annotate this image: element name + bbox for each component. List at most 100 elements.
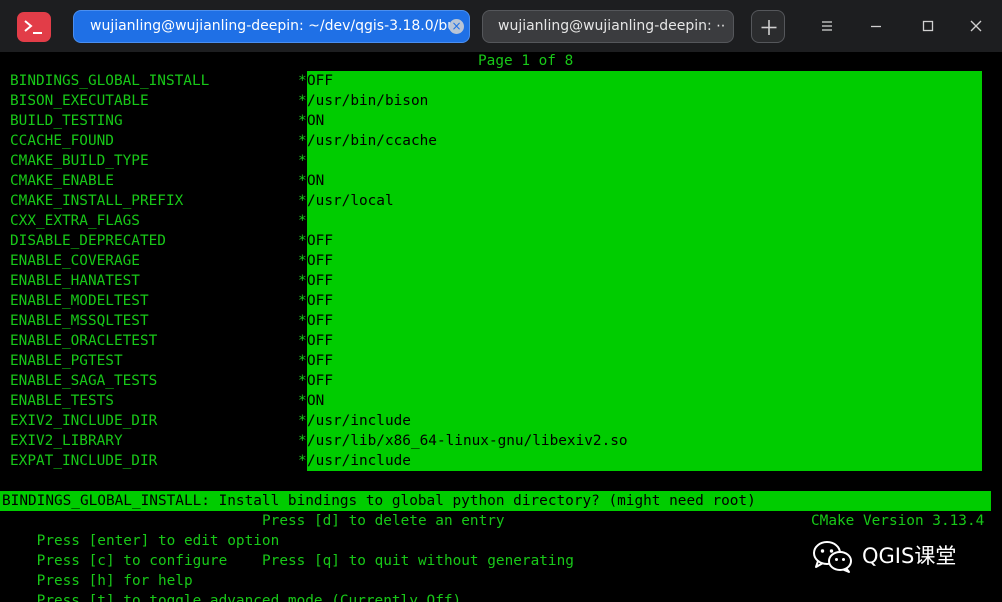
- page-indicator: Page 1 of 8: [478, 53, 574, 69]
- option-row[interactable]: DISABLE_DEPRECATED * OFF: [0, 231, 1002, 251]
- option-marker: *: [298, 233, 307, 249]
- option-row[interactable]: CMAKE_INSTALL_PREFIX * /usr/local: [0, 191, 1002, 211]
- option-value[interactable]: OFF: [307, 351, 333, 371]
- option-row[interactable]: BINDINGS_GLOBAL_INSTALL * OFF: [0, 71, 1002, 91]
- maximize-button[interactable]: [916, 14, 940, 38]
- option-name: CXX_EXTRA_FLAGS: [10, 213, 140, 229]
- option-row[interactable]: CXX_EXTRA_FLAGS *: [0, 211, 1002, 231]
- option-marker: *: [298, 353, 307, 369]
- option-marker: *: [298, 173, 307, 189]
- option-name: ENABLE_PGTEST: [10, 353, 123, 369]
- option-row[interactable]: CMAKE_ENABLE * ON: [0, 171, 1002, 191]
- option-marker: *: [298, 373, 307, 389]
- option-value[interactable]: /usr/bin/ccache: [307, 131, 437, 151]
- option-value[interactable]: OFF: [307, 371, 333, 391]
- option-value[interactable]: /usr/include: [307, 411, 411, 431]
- option-row[interactable]: ENABLE_TESTS * ON: [0, 391, 1002, 411]
- menu-button[interactable]: [815, 14, 839, 38]
- footer-line: Press [t] to toggle advanced mode (Curre…: [2, 571, 462, 602]
- close-icon: [970, 20, 982, 32]
- option-name: BUILD_TESTING: [10, 113, 123, 129]
- option-value[interactable]: OFF: [307, 271, 333, 291]
- option-name: ENABLE_TESTS: [10, 393, 114, 409]
- option-value[interactable]: /usr/include: [307, 451, 411, 471]
- tab-active[interactable]: wujianling@wujianling-deepin: ~/dev/qgis…: [73, 10, 470, 43]
- cache-options-list: BINDINGS_GLOBAL_INSTALL * OFF BISON_EXEC…: [0, 71, 1002, 471]
- option-marker: *: [298, 313, 307, 329]
- title-bar: wujianling@wujianling-deepin: ~/dev/qgis…: [0, 0, 1002, 52]
- option-name: CCACHE_FOUND: [10, 133, 114, 149]
- option-marker: *: [298, 133, 307, 149]
- option-row[interactable]: ENABLE_PGTEST * OFF: [0, 351, 1002, 371]
- option-marker: *: [298, 293, 307, 309]
- option-value[interactable]: ON: [307, 391, 324, 411]
- tab-label: wujianling@wujianling-deepin: ⋯: [498, 18, 726, 34]
- option-value[interactable]: /usr/bin/bison: [307, 91, 428, 111]
- option-name: CMAKE_BUILD_TYPE: [10, 153, 149, 169]
- option-marker: *: [298, 193, 307, 209]
- close-window-button[interactable]: [964, 14, 988, 38]
- option-help-bar: BINDINGS_GLOBAL_INSTALL: Install binding…: [0, 491, 991, 511]
- option-value[interactable]: OFF: [307, 251, 333, 271]
- option-marker: *: [298, 413, 307, 429]
- option-row[interactable]: CMAKE_BUILD_TYPE *: [0, 151, 1002, 171]
- option-value[interactable]: OFF: [307, 231, 333, 251]
- terminal-area[interactable]: Page 1 of 8 BINDINGS_GLOBAL_INSTALL * OF…: [0, 52, 1002, 602]
- option-row[interactable]: BISON_EXECUTABLE * /usr/bin/bison: [0, 91, 1002, 111]
- option-name: ENABLE_ORACLETEST: [10, 333, 158, 349]
- watermark-text: QGIS课堂: [862, 544, 957, 568]
- footer-line: Press [enter] to edit option Press [d] t…: [2, 511, 505, 549]
- option-marker: *: [298, 273, 307, 289]
- option-marker: *: [298, 73, 307, 89]
- option-value[interactable]: OFF: [307, 291, 333, 311]
- option-row[interactable]: ENABLE_ORACLETEST * OFF: [0, 331, 1002, 351]
- option-value[interactable]: OFF: [307, 71, 333, 91]
- minimize-button[interactable]: [864, 14, 888, 38]
- option-row[interactable]: ENABLE_MODELTEST * OFF: [0, 291, 1002, 311]
- option-row[interactable]: EXIV2_LIBRARY * /usr/lib/x86_64-linux-gn…: [0, 431, 1002, 451]
- footer-line: Press [c] to configure: [2, 531, 228, 569]
- tab-close-icon[interactable]: ×: [449, 19, 464, 34]
- option-value[interactable]: ON: [307, 171, 324, 191]
- option-name: ENABLE_MSSQLTEST: [10, 313, 149, 329]
- tab-inactive[interactable]: wujianling@wujianling-deepin: ⋯: [482, 10, 734, 43]
- option-name: EXPAT_INCLUDE_DIR: [10, 453, 158, 469]
- option-marker: *: [298, 393, 307, 409]
- option-marker: *: [298, 433, 307, 449]
- footer-hint-toggle: Press [t] to toggle advanced mode (Curre…: [36, 593, 462, 602]
- option-value[interactable]: OFF: [307, 311, 333, 331]
- option-row[interactable]: CCACHE_FOUND * /usr/bin/ccache: [0, 131, 1002, 151]
- option-name: BISON_EXECUTABLE: [10, 93, 149, 109]
- option-name: ENABLE_MODELTEST: [10, 293, 149, 309]
- option-name: CMAKE_INSTALL_PREFIX: [10, 193, 184, 209]
- tab-label: wujianling@wujianling-deepin: ~/dev/qgis…: [90, 18, 452, 34]
- option-marker: *: [298, 153, 307, 169]
- option-name: CMAKE_ENABLE: [10, 173, 114, 189]
- option-marker: *: [298, 113, 307, 129]
- option-marker: *: [298, 453, 307, 469]
- menu-icon: [822, 21, 832, 31]
- option-row[interactable]: BUILD_TESTING * ON: [0, 111, 1002, 131]
- option-name: ENABLE_SAGA_TESTS: [10, 373, 158, 389]
- option-name: EXIV2_INCLUDE_DIR: [10, 413, 158, 429]
- minimize-icon: [871, 25, 881, 28]
- option-row[interactable]: ENABLE_SAGA_TESTS * OFF: [0, 371, 1002, 391]
- option-value[interactable]: ON: [307, 111, 324, 131]
- option-row[interactable]: EXPAT_INCLUDE_DIR * /usr/include: [0, 451, 1002, 471]
- option-row[interactable]: ENABLE_MSSQLTEST * OFF: [0, 311, 1002, 331]
- maximize-icon: [922, 20, 934, 32]
- footer-hint-delete: Press [d] to delete an entry: [262, 513, 505, 529]
- plus-icon: [761, 20, 777, 35]
- option-value[interactable]: /usr/local: [307, 191, 394, 211]
- option-value[interactable]: /usr/lib/x86_64-linux-gnu/libexiv2.so: [307, 431, 628, 451]
- option-marker: *: [298, 93, 307, 109]
- new-tab-button[interactable]: [751, 10, 785, 43]
- option-value[interactable]: OFF: [307, 331, 333, 351]
- terminal-app-icon[interactable]: [17, 12, 51, 42]
- option-name: DISABLE_DEPRECATED: [10, 233, 166, 249]
- option-row[interactable]: ENABLE_COVERAGE * OFF: [0, 251, 1002, 271]
- option-row[interactable]: ENABLE_HANATEST * OFF: [0, 271, 1002, 291]
- footer-hint-quit: Press [q] to quit without generating: [262, 553, 574, 569]
- option-row[interactable]: EXIV2_INCLUDE_DIR * /usr/include: [0, 411, 1002, 431]
- option-marker: *: [298, 333, 307, 349]
